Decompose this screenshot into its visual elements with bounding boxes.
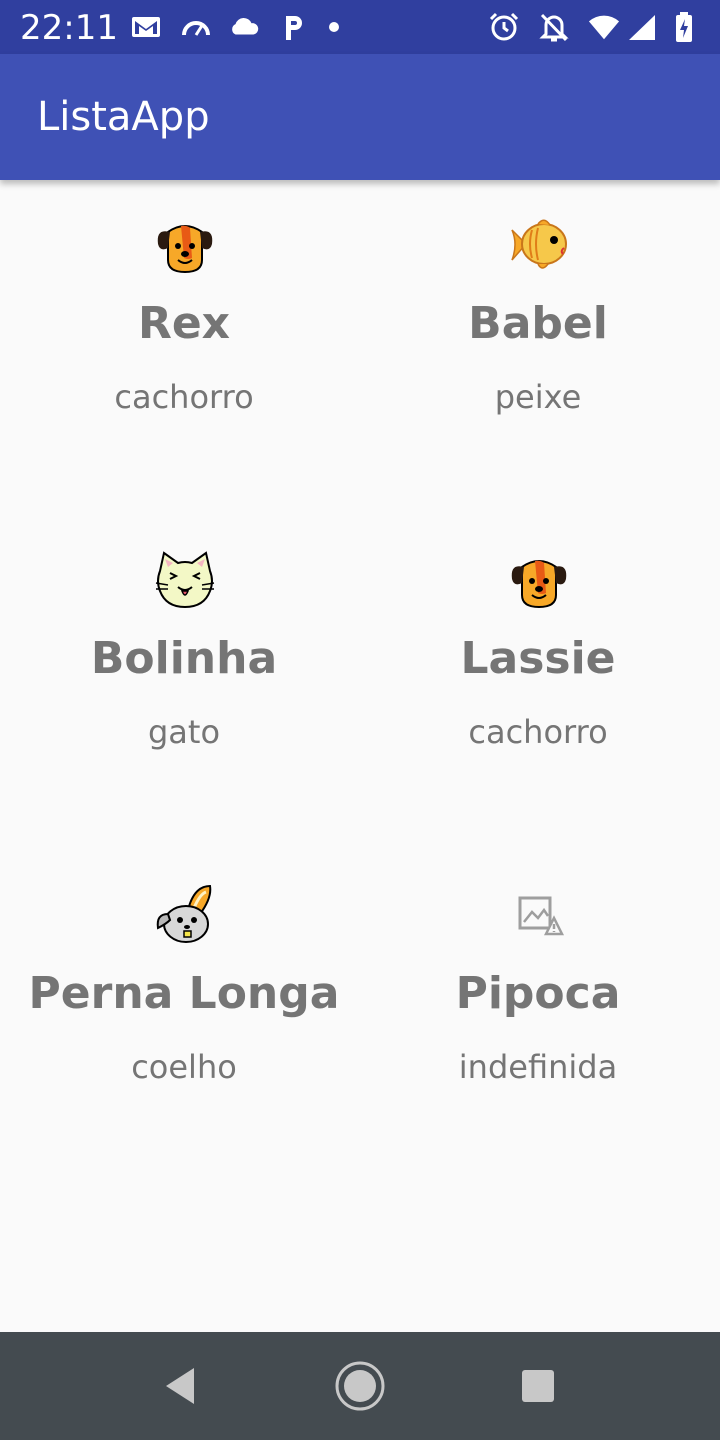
pet-type: coelho [131, 1048, 237, 1086]
pet-name: Pipoca [455, 968, 621, 1019]
home-icon[interactable] [330, 1356, 390, 1416]
pet-name: Perna Longa [28, 968, 340, 1019]
alarm-icon [488, 12, 520, 42]
pet-card[interactable]: Babel peixe [358, 180, 718, 515]
pet-type: cachorro [114, 378, 254, 416]
speedometer-icon [180, 12, 212, 42]
pet-type: cachorro [468, 713, 608, 751]
pet-card[interactable]: Bolinha gato [4, 515, 364, 850]
pet-name: Bolinha [90, 633, 278, 684]
back-icon[interactable] [150, 1356, 210, 1416]
navigation-bar [0, 1332, 720, 1440]
pet-card[interactable]: Rex cachorro [4, 180, 364, 515]
gmail-icon [130, 12, 162, 42]
pet-name: Rex [137, 298, 231, 349]
status-bar: 22:11 [0, 0, 720, 54]
status-time: 22:11 [20, 8, 118, 48]
pet-card[interactable]: Perna Longa coelho [4, 850, 364, 1185]
dog-icon [154, 214, 216, 276]
pet-type: peixe [494, 378, 582, 416]
signal-icon [626, 12, 658, 42]
recents-icon[interactable] [508, 1356, 568, 1416]
pet-grid: Rex cachorro Babel peixe Bolinha gato La… [0, 180, 720, 1332]
fish-icon [508, 214, 570, 276]
pet-card[interactable]: Pipoca indefinida [358, 850, 718, 1185]
pet-name: Babel [468, 298, 608, 349]
dot-icon [318, 12, 350, 42]
pet-card[interactable]: Lassie cachorro [358, 515, 718, 850]
pet-name: Lassie [460, 633, 616, 684]
cloud-icon [228, 12, 260, 42]
battery-icon [668, 12, 700, 42]
app-title: ListaApp [37, 94, 210, 140]
pet-type: indefinida [458, 1048, 618, 1086]
app-bar: ListaApp [0, 54, 720, 180]
cat-icon [154, 549, 216, 611]
wifi-icon [588, 12, 620, 42]
notifications-off-icon [538, 12, 570, 42]
pet-type: gato [147, 713, 221, 751]
rabbit-icon [154, 884, 216, 946]
dog-icon [508, 549, 570, 611]
broken-image-icon [508, 884, 570, 946]
p-icon [278, 12, 310, 42]
